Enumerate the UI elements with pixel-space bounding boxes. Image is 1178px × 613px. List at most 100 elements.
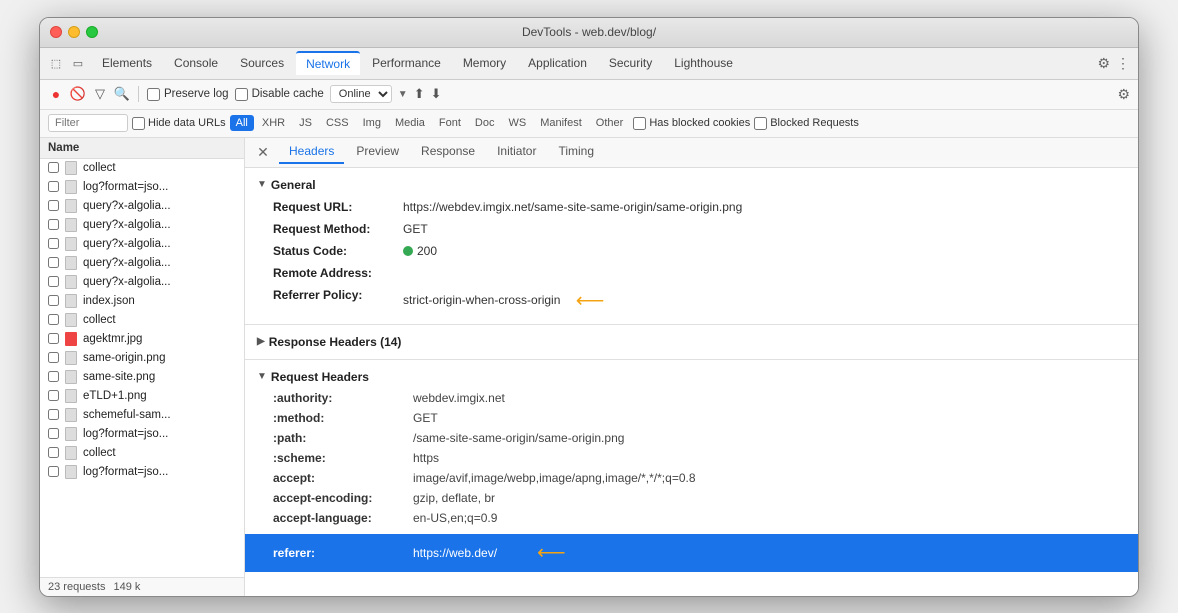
filter-type-media[interactable]: Media (389, 115, 431, 131)
file-icon (65, 427, 77, 441)
filter-type-js[interactable]: JS (293, 115, 318, 131)
referer-arrow: ⟵ (537, 538, 566, 568)
list-item[interactable]: index.json (40, 292, 244, 311)
detail-tab-bar: ✕ Headers Preview Response Initiator Tim… (245, 138, 1138, 168)
status-code-label: Status Code: (273, 242, 403, 260)
minimize-button[interactable] (68, 26, 80, 38)
req-header-path: :path: /same-site-same-origin/same-origi… (257, 428, 1126, 448)
tab-memory[interactable]: Memory (453, 52, 516, 74)
tab-security[interactable]: Security (599, 52, 662, 74)
list-item[interactable]: eTLD+1.png (40, 387, 244, 406)
response-headers-header[interactable]: ▶ Response Headers (14) (257, 331, 1126, 353)
list-item[interactable]: query?x-algolia... (40, 235, 244, 254)
filter-type-other[interactable]: Other (590, 115, 630, 131)
list-item[interactable]: collect (40, 311, 244, 330)
settings-icon[interactable]: ⚙ (1097, 55, 1110, 72)
clear-button[interactable]: 🚫 (70, 86, 86, 102)
general-section-header[interactable]: ▼ General (257, 174, 1126, 196)
search-button[interactable]: 🔍 (114, 86, 130, 102)
list-item[interactable]: query?x-algolia... (40, 273, 244, 292)
list-item[interactable]: collect (40, 159, 244, 178)
filter-button[interactable]: ▽ (92, 86, 108, 102)
upload-icon[interactable]: ⬆ (414, 86, 425, 102)
list-item[interactable]: same-site.png (40, 368, 244, 387)
filter-bar: Hide data URLs All XHR JS CSS Img Media … (40, 110, 1138, 138)
file-icon (65, 370, 77, 384)
list-item[interactable]: query?x-algolia... (40, 216, 244, 235)
filter-type-font[interactable]: Font (433, 115, 467, 131)
record-button[interactable]: ● (48, 86, 64, 102)
cursor-icon: ⬚ (48, 55, 64, 71)
network-settings-icon[interactable]: ⚙ (1117, 86, 1130, 103)
preserve-log-checkbox[interactable]: Preserve log (147, 88, 229, 101)
tab-headers[interactable]: Headers (279, 140, 344, 164)
disable-cache-checkbox[interactable]: Disable cache (235, 88, 324, 101)
list-item[interactable]: log?format=jso... (40, 178, 244, 197)
status-code-row: Status Code: 200 (257, 240, 1126, 262)
list-item[interactable]: collect (40, 444, 244, 463)
filter-type-css[interactable]: CSS (320, 115, 355, 131)
tab-preview[interactable]: Preview (346, 140, 409, 164)
tab-response[interactable]: Response (411, 140, 485, 164)
request-headers-title: Request Headers (271, 370, 369, 384)
sidebar: Name collect log?format=jso... query?x-a… (40, 138, 245, 596)
req-header-accept-encoding: accept-encoding: gzip, deflate, br (257, 488, 1126, 508)
request-method-row: Request Method: GET (257, 218, 1126, 240)
filter-input[interactable] (48, 114, 128, 132)
filter-type-doc[interactable]: Doc (469, 115, 501, 131)
request-method-label: Request Method: (273, 220, 403, 238)
download-icon[interactable]: ⬇ (431, 86, 442, 102)
image-file-icon (65, 332, 77, 346)
list-item[interactable]: query?x-algolia... (40, 197, 244, 216)
device-icon: ▭ (70, 55, 86, 71)
response-headers-section: ▶ Response Headers (14) (245, 325, 1138, 359)
window-title: DevTools - web.dev/blog/ (522, 25, 656, 39)
filter-type-img[interactable]: Img (357, 115, 387, 131)
blocked-requests-checkbox[interactable]: Blocked Requests (754, 117, 859, 130)
list-item[interactable]: agektmr.jpg (40, 330, 244, 349)
close-button[interactable] (50, 26, 62, 38)
main-content: Name collect log?format=jso... query?x-a… (40, 138, 1138, 596)
referrer-policy-row: Referrer Policy: strict-origin-when-cros… (257, 284, 1126, 318)
tab-performance[interactable]: Performance (362, 52, 451, 74)
tab-application[interactable]: Application (518, 52, 597, 74)
main-tab-bar: ⬚ ▭ Elements Console Sources Network Per… (40, 48, 1138, 80)
remote-address-row: Remote Address: (257, 262, 1126, 284)
referrer-policy-arrow: ⟵ (576, 286, 605, 316)
list-item[interactable]: same-origin.png (40, 349, 244, 368)
filter-type-ws[interactable]: WS (502, 115, 532, 131)
list-item[interactable]: log?format=jso... (40, 463, 244, 482)
detail-panel: ✕ Headers Preview Response Initiator Tim… (245, 138, 1138, 596)
referer-row-highlighted[interactable]: referer: https://web.dev/ ⟵ (245, 534, 1138, 572)
hide-data-urls-checkbox[interactable]: Hide data URLs (132, 117, 226, 130)
list-item[interactable]: query?x-algolia... (40, 254, 244, 273)
tab-lighthouse[interactable]: Lighthouse (664, 52, 743, 74)
tab-sources[interactable]: Sources (230, 52, 294, 74)
request-url-row: Request URL: https://webdev.imgix.net/sa… (257, 196, 1126, 218)
filter-type-all[interactable]: All (230, 115, 254, 131)
tab-network[interactable]: Network (296, 51, 360, 75)
maximize-button[interactable] (86, 26, 98, 38)
transfer-size: 149 k (113, 581, 140, 593)
req-header-accept-language: accept-language: en-US,en;q=0.9 (257, 508, 1126, 528)
more-icon[interactable]: ⋮ (1116, 55, 1130, 72)
has-blocked-cookies-checkbox[interactable]: Has blocked cookies (633, 117, 750, 130)
detail-content: ▼ General Request URL: https://webdev.im… (245, 168, 1138, 596)
filter-type-manifest[interactable]: Manifest (534, 115, 588, 131)
request-headers-header[interactable]: ▼ Request Headers (257, 366, 1126, 388)
tab-initiator[interactable]: Initiator (487, 140, 546, 164)
tab-timing[interactable]: Timing (548, 140, 604, 164)
filter-type-xhr[interactable]: XHR (256, 115, 291, 131)
list-item[interactable]: schemeful-sam... (40, 406, 244, 425)
request-url-value: https://webdev.imgix.net/same-site-same-… (403, 198, 742, 216)
referrer-policy-value: strict-origin-when-cross-origin ⟵ (403, 286, 604, 316)
throttle-select[interactable]: Online (330, 85, 392, 103)
file-icon (65, 199, 77, 213)
tab-elements[interactable]: Elements (92, 52, 162, 74)
req-header-authority: :authority: webdev.imgix.net (257, 388, 1126, 408)
status-code-value: 200 (403, 242, 437, 260)
close-detail-button[interactable]: ✕ (253, 142, 273, 162)
tab-console[interactable]: Console (164, 52, 228, 74)
list-item[interactable]: log?format=jso... (40, 425, 244, 444)
title-bar: DevTools - web.dev/blog/ (40, 18, 1138, 48)
